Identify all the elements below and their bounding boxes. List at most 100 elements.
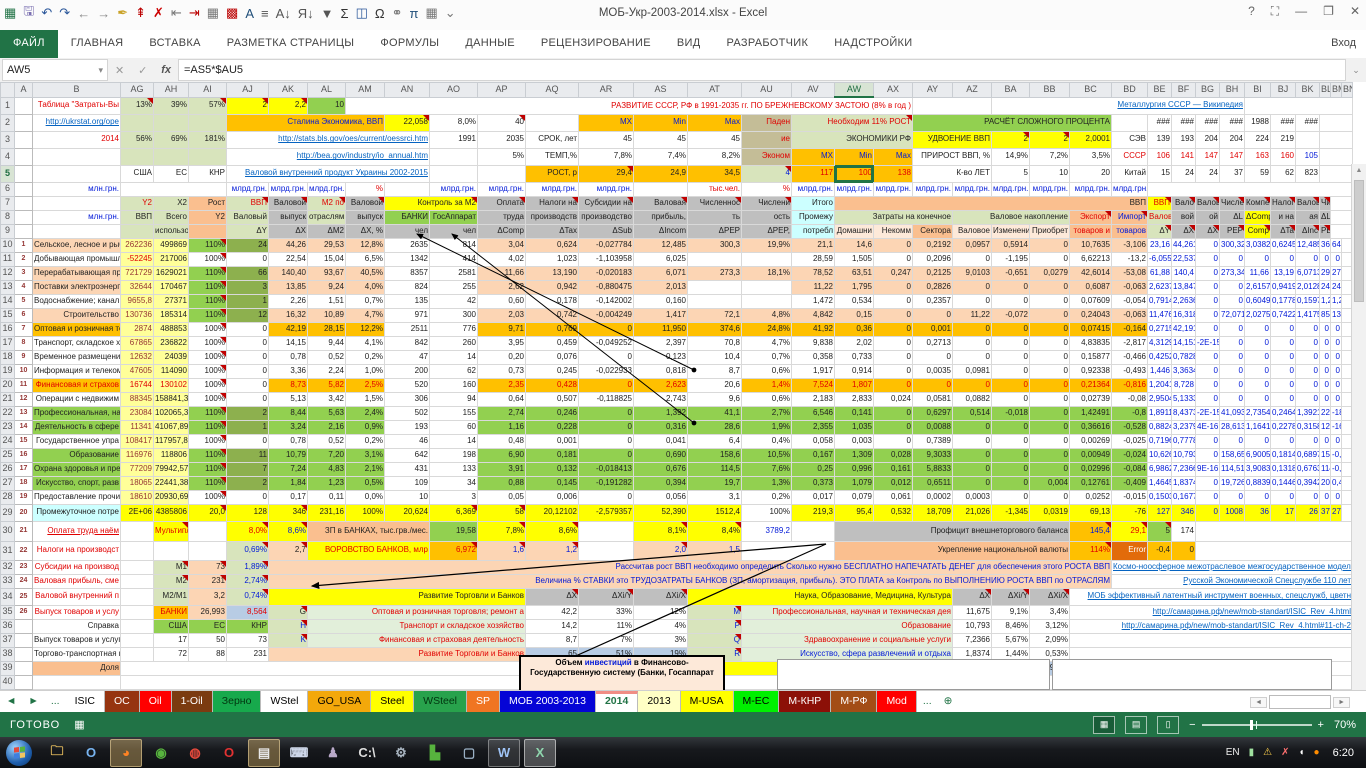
cell[interactable] xyxy=(913,97,992,114)
cell[interactable]: 7,8% xyxy=(579,148,634,165)
cell[interactable]: 42,191 xyxy=(1172,322,1196,336)
cell[interactable]: 11,66 xyxy=(478,266,526,280)
cell[interactable]: 1,42491 xyxy=(1070,406,1112,420)
cell[interactable]: 0 xyxy=(992,364,1030,378)
cell[interactable]: МХ xyxy=(579,114,634,131)
cell[interactable] xyxy=(688,280,742,294)
cell[interactable]: 13 xyxy=(15,406,33,420)
cell[interactable]: 24 xyxy=(1172,165,1196,182)
cell[interactable]: 174 xyxy=(1172,521,1196,541)
cell[interactable]: выпуск xyxy=(269,210,308,224)
cell[interactable]: 2,2 xyxy=(269,97,308,114)
cell[interactable]: Сельское, лесное и рыб xyxy=(33,238,121,252)
cell[interactable]: 0,1677 xyxy=(1172,490,1196,504)
cell[interactable]: Валов xyxy=(1148,210,1172,224)
cell[interactable]: Валовый xyxy=(227,210,269,224)
cell[interactable]: 2,9504 xyxy=(1148,392,1172,406)
cell[interactable]: Налоги на производст xyxy=(33,541,121,560)
cell[interactable]: 0,245 xyxy=(526,364,579,378)
cell[interactable]: -0,072 xyxy=(992,308,1030,322)
cell[interactable]: 22 xyxy=(15,541,33,560)
cell[interactable]: 0 xyxy=(874,252,913,266)
cell[interactable]: 0,5914 xyxy=(992,238,1030,252)
cell[interactable] xyxy=(1320,165,1353,182)
cell[interactable] xyxy=(688,294,742,308)
cell[interactable]: 9 xyxy=(15,350,33,364)
cell[interactable]: Справка xyxy=(33,619,121,633)
cell[interactable]: 0,228 xyxy=(526,420,579,434)
cell[interactable]: 2,623 xyxy=(634,378,688,392)
cell[interactable]: Профессиональная, на xyxy=(33,406,121,420)
qat-icon[interactable]: ◫ xyxy=(356,5,368,21)
cell[interactable]: 9,1% xyxy=(992,605,1030,619)
cell[interactable]: Профессиональная, научная и техническая … xyxy=(742,605,953,619)
row-header-38[interactable]: 38 xyxy=(1,647,15,661)
cell[interactable]: 9,0103 xyxy=(953,266,992,280)
cell[interactable]: 73 xyxy=(189,560,227,574)
cell[interactable]: 1,2515 xyxy=(1331,294,1342,308)
cell[interactable]: 12632 xyxy=(121,350,154,364)
cell[interactable]: 20,6 xyxy=(688,378,742,392)
sheet-nav-right-icon[interactable]: ► xyxy=(22,691,44,713)
cell[interactable] xyxy=(1320,148,1353,165)
sheet-tab-SP[interactable]: SP xyxy=(467,691,500,713)
cell[interactable]: Субсидии на xyxy=(579,196,634,210)
cell[interactable]: ть xyxy=(688,210,742,224)
cell[interactable]: 2,2636 xyxy=(1172,294,1196,308)
cell[interactable]: 824 xyxy=(385,280,430,294)
cell[interactable]: 0 xyxy=(953,280,992,294)
cell[interactable]: 7,6% xyxy=(742,462,792,476)
cell[interactable]: X2 xyxy=(154,196,189,210)
cell[interactable]: 5 xyxy=(15,294,33,308)
row-header-23[interactable]: 23 xyxy=(1,420,15,434)
cell[interactable]: ### xyxy=(1172,114,1196,131)
cell[interactable]: -0,466 xyxy=(1112,350,1148,364)
column-header-BI[interactable]: BI xyxy=(1245,83,1271,98)
cell[interactable]: ЕС xyxy=(189,619,227,633)
cell[interactable]: 17 xyxy=(15,462,33,476)
cell[interactable]: М2 xyxy=(154,574,189,588)
cell[interactable]: 8357 xyxy=(385,266,430,280)
cell[interactable]: -13,2 xyxy=(1112,252,1148,266)
cell[interactable]: Государственное упра xyxy=(33,434,121,448)
cell[interactable]: Max xyxy=(874,148,913,165)
window-control-icon[interactable]: ❐ xyxy=(1323,4,1334,19)
cell[interactable]: 2,833 xyxy=(835,392,874,406)
cell[interactable]: 0 xyxy=(1196,364,1220,378)
sheet-tab-2014[interactable]: 2014 xyxy=(596,691,638,713)
cell[interactable]: http://stats.bls.gov/oes/current/oessrci… xyxy=(227,131,430,148)
cell[interactable]: 67865 xyxy=(121,336,154,350)
cell[interactable]: 8,7 xyxy=(688,364,742,378)
cell[interactable]: 7,24 xyxy=(269,462,308,476)
cell[interactable]: 1,9% xyxy=(742,420,792,434)
cell[interactable]: 155 xyxy=(430,406,478,420)
view-page-break-icon[interactable]: ▯ xyxy=(1157,716,1179,734)
cell[interactable]: Числен xyxy=(1220,196,1245,210)
cell[interactable]: 0,02739 xyxy=(1070,392,1112,406)
cell[interactable]: 0,061 xyxy=(874,490,913,504)
cell[interactable]: 0 xyxy=(1220,378,1245,392)
row-header-30[interactable]: 30 xyxy=(1,521,15,541)
cell[interactable]: K xyxy=(269,633,308,647)
cell[interactable]: 0 xyxy=(1245,392,1271,406)
row-header-20[interactable]: 20 xyxy=(1,378,15,392)
cell[interactable]: 1,309 xyxy=(835,448,874,462)
cell[interactable]: 0 xyxy=(953,336,992,350)
column-header-AZ[interactable]: AZ xyxy=(953,83,992,98)
cell[interactable] xyxy=(1148,182,1353,196)
column-header-BF[interactable]: BF xyxy=(1172,83,1196,98)
cell[interactable]: -0,018 xyxy=(992,406,1030,420)
cell[interactable]: 0 xyxy=(953,252,992,266)
cell[interactable]: 10 xyxy=(15,364,33,378)
cell[interactable] xyxy=(1070,633,1353,647)
cell[interactable]: 1,4175 xyxy=(1296,308,1320,322)
cell[interactable]: 0 xyxy=(1220,336,1245,350)
cell[interactable]: млрд.грн. xyxy=(526,182,579,196)
sheet-tab-OC[interactable]: OC xyxy=(105,691,140,713)
sheet-tab-M-КНР[interactable]: M-КНР xyxy=(779,691,831,713)
macro-record-icon[interactable]: ▦ xyxy=(74,718,84,731)
cell[interactable]: 4,7% xyxy=(742,336,792,350)
cell[interactable]: Таблица "Затраты-Вы xyxy=(33,97,121,114)
cell[interactable]: 0,92338 xyxy=(1070,364,1112,378)
cell[interactable] xyxy=(189,114,227,131)
